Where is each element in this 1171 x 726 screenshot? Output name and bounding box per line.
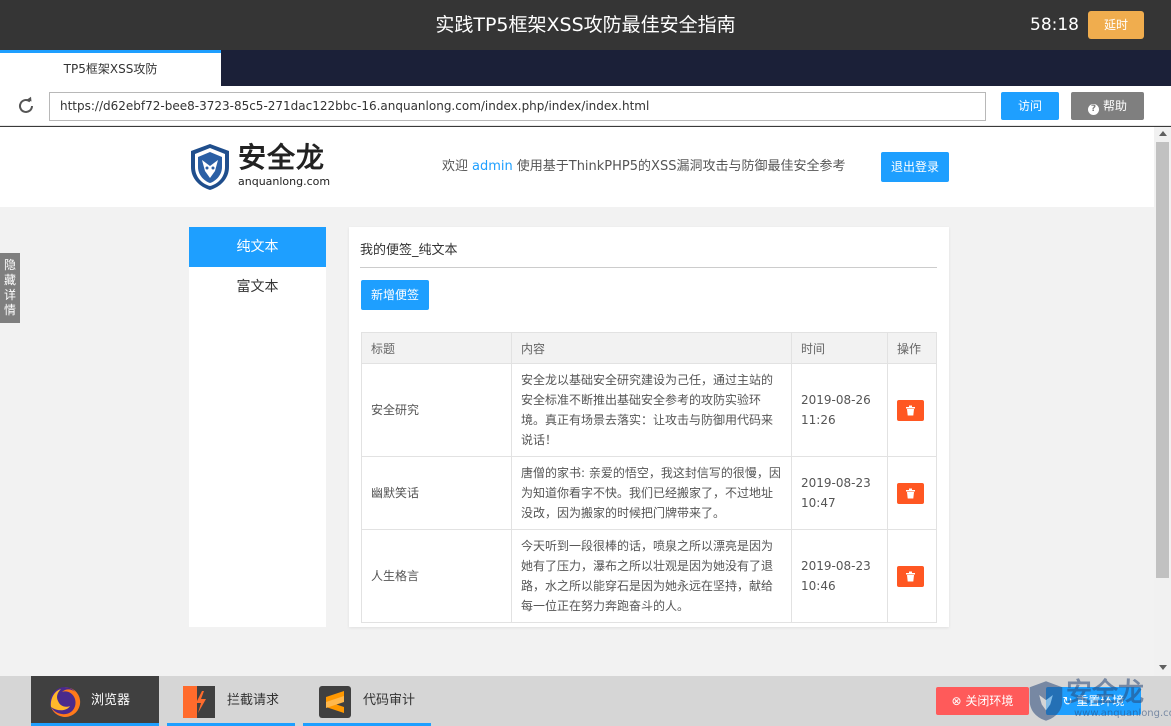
hide-details-char: 情 <box>3 303 16 317</box>
scroll-up-icon[interactable] <box>1159 131 1167 136</box>
sublime-icon <box>319 686 351 718</box>
table-row: 人生格言 今天听到一段很棒的话，喷泉之所以漂亮是因为她有了压力，瀑布之所以壮观是… <box>361 529 937 623</box>
intercept-icon <box>183 686 215 718</box>
reload-icon[interactable] <box>14 94 38 118</box>
note-content: 唐僧的家书: 亲爱的悟空，我这封信写的很慢，因为知道你看字不快。我们已经搬家了，… <box>511 456 792 530</box>
site-logo[interactable]: 安全龙 anquanlong.com <box>189 141 339 193</box>
question-icon: ? <box>1087 104 1099 115</box>
note-time: 2019-08-23 10:46 <box>791 529 888 623</box>
column-header-title: 标题 <box>361 332 512 364</box>
close-environment-button[interactable]: ⊗ 关闭环境 <box>936 687 1029 715</box>
hide-details-char: 隐 <box>3 258 16 272</box>
browser-tab[interactable]: TP5框架XSS攻防 <box>0 50 221 86</box>
table-header-row: 标题 内容 时间 操作 <box>361 332 937 364</box>
note-actions <box>887 363 937 457</box>
close-environment-label: 关闭环境 <box>965 694 1014 708</box>
note-title: 幽默笑话 <box>361 456 512 530</box>
trash-icon <box>906 571 915 581</box>
logout-button[interactable]: 退出登录 <box>881 152 949 182</box>
side-menu: 纯文本 富文本 <box>189 227 326 627</box>
scroll-down-icon[interactable] <box>1159 665 1167 670</box>
note-actions <box>887 456 937 530</box>
lab-title: 实践TP5框架XSS攻防最佳安全指南 <box>435 14 736 36</box>
hide-details-char: 藏 <box>3 273 16 287</box>
note-date: 2019-08-23 <box>801 559 871 573</box>
dock-tab-label: 拦截请求 <box>227 693 280 708</box>
divider <box>360 267 937 268</box>
dock-tab-label: 代码审计 <box>363 693 416 708</box>
title-bar: 实践TP5框架XSS攻防最佳安全指南 58:18 延时 <box>0 0 1171 50</box>
note-title: 人生格言 <box>361 529 512 623</box>
delay-button[interactable]: 延时 <box>1088 11 1144 39</box>
note-clock: 11:26 <box>801 413 836 427</box>
panel-title: 我的便签_纯文本 <box>360 243 458 258</box>
browser-tab-bar: TP5框架XSS攻防 <box>0 50 1171 86</box>
menu-item-plain-text[interactable]: 纯文本 <box>189 227 326 267</box>
help-button[interactable]: ? 帮助 <box>1071 92 1144 120</box>
menu-item-rich-text[interactable]: 富文本 <box>189 267 326 307</box>
add-note-button[interactable]: 新增便签 <box>361 280 429 310</box>
note-title: 安全研究 <box>361 363 512 457</box>
delete-button[interactable] <box>897 565 924 587</box>
address-bar: https://d62ebf72-bee8-3723-85c5-271dac12… <box>0 86 1171 126</box>
welcome-prefix: 欢迎 <box>442 159 469 174</box>
note-date: 2019-08-26 <box>801 393 871 407</box>
close-circle-icon: ⊗ <box>951 694 966 708</box>
welcome-suffix: 使用基于ThinkPHP5的XSS漏洞攻击与防御最佳安全参考 <box>516 159 846 174</box>
countdown-timer: 58:18 <box>1030 15 1079 35</box>
page-scrollbar[interactable] <box>1154 127 1171 676</box>
logo-text: 安全龙 <box>238 141 326 174</box>
bottom-dock: 浏览器 拦截请求 代码审计 ⊗ 关闭环境 ↻ 重置环境 安全龙 www.anqu… <box>0 676 1171 726</box>
delete-button[interactable] <box>897 482 924 504</box>
column-header-time: 时间 <box>791 332 888 364</box>
watermark-shield-icon <box>1029 681 1063 721</box>
column-header-action: 操作 <box>887 332 937 364</box>
dock-tab-browser[interactable]: 浏览器 <box>31 676 159 726</box>
hide-details-char: 详 <box>3 288 16 302</box>
notes-panel: 我的便签_纯文本 新增便签 标题 内容 时间 操作 安全研究 安全龙以基础安全研… <box>349 227 949 627</box>
note-content: 安全龙以基础安全研究建设为己任，通过主站的安全标准不断推出基础安全参考的攻防实验… <box>511 363 792 457</box>
note-actions <box>887 529 937 623</box>
watermark-logo: 安全龙 www.anquanlong.com <box>1022 678 1171 724</box>
delete-button[interactable] <box>897 399 924 421</box>
column-header-content: 内容 <box>511 332 792 364</box>
note-time: 2019-08-26 11:26 <box>791 363 888 457</box>
hide-details-tab[interactable]: 隐 藏 详 情 <box>0 253 20 323</box>
welcome-message: 欢迎 admin 使用基于ThinkPHP5的XSS漏洞攻击与防御最佳安全参考 <box>442 157 845 177</box>
note-time: 2019-08-23 10:47 <box>791 456 888 530</box>
page-viewport: 安全龙 anquanlong.com 欢迎 admin 使用基于ThinkPHP5的… <box>0 127 1154 676</box>
dock-tab-intercept[interactable]: 拦截请求 <box>167 676 295 726</box>
visit-button[interactable]: 访问 <box>1001 92 1059 120</box>
logo-domain: anquanlong.com <box>238 175 331 188</box>
trash-icon <box>906 405 915 415</box>
firefox-icon <box>50 686 81 717</box>
dock-tab-label: 浏览器 <box>91 693 131 708</box>
watermark-text: 安全龙 <box>1066 678 1145 708</box>
dock-tab-code-audit[interactable]: 代码审计 <box>303 676 431 726</box>
notes-table: 标题 内容 时间 操作 安全研究 安全龙以基础安全研究建设为己任，通过主站的安全… <box>361 332 937 623</box>
note-clock: 10:47 <box>801 496 836 510</box>
scroll-thumb[interactable] <box>1156 142 1169 578</box>
note-clock: 10:46 <box>801 579 836 593</box>
username-link[interactable]: admin <box>472 159 513 174</box>
url-input[interactable]: https://d62ebf72-bee8-3723-85c5-271dac12… <box>49 92 986 121</box>
dragon-shield-icon <box>191 144 229 190</box>
table-row: 安全研究 安全龙以基础安全研究建设为己任，通过主站的安全标准不断推出基础安全参考… <box>361 363 937 457</box>
trash-icon <box>906 488 915 498</box>
site-header: 安全龙 anquanlong.com 欢迎 admin 使用基于ThinkPHP5的… <box>0 127 1154 207</box>
help-label: 帮助 <box>1102 99 1127 113</box>
note-date: 2019-08-23 <box>801 476 871 490</box>
watermark-domain: www.anquanlong.com <box>1074 708 1171 719</box>
note-content: 今天听到一段很棒的话，喷泉之所以漂亮是因为她有了压力，瀑布之所以壮观是因为她没有… <box>511 529 792 623</box>
table-row: 幽默笑话 唐僧的家书: 亲爱的悟空，我这封信写的很慢，因为知道你看字不快。我们已… <box>361 456 937 530</box>
